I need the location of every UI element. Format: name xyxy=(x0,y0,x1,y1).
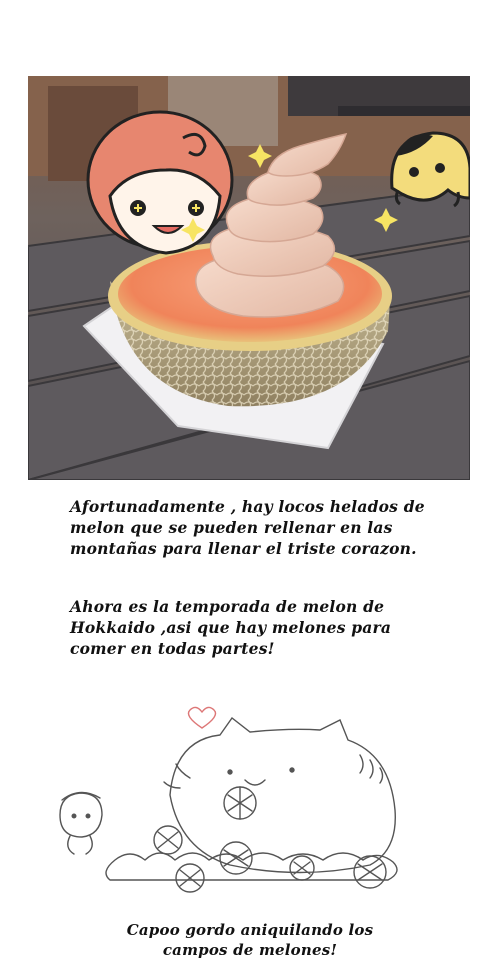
melon-icon xyxy=(175,863,205,893)
melon-icon xyxy=(223,786,257,820)
caption-line: campos de melones! xyxy=(162,941,338,959)
heart-icon xyxy=(187,706,217,729)
caption-line: Capoo gordo aniquilando los xyxy=(126,921,374,939)
melon-ice-cream-photo xyxy=(28,76,470,480)
caption-line: Ahora es la temporada de melon de xyxy=(70,597,385,616)
capoo-melon-sketch xyxy=(59,706,398,893)
photo-illustration xyxy=(28,76,470,480)
capoo-cat-sketch xyxy=(169,716,396,874)
melon-icon xyxy=(289,855,315,881)
caption-line: melon que se pueden rellenar en las xyxy=(70,518,393,537)
caption-line: montañas para llenar el triste corazon. xyxy=(70,539,417,558)
caption-line: Afortunadamente , hay locos helados de xyxy=(70,497,425,516)
melon-icon xyxy=(353,855,387,889)
caption-paragraph-1: Afortunadamente , hay locos helados de m… xyxy=(70,496,425,559)
caption-footer: Capoo gordo aniquilando los campos de me… xyxy=(0,920,500,960)
caption-paragraph-2: Ahora es la temporada de melon de Hokkai… xyxy=(70,596,391,659)
melon-icon xyxy=(153,825,183,855)
caption-line: comer en todas partes! xyxy=(70,639,275,658)
caption-line: Hokkaido ,asi que hay melones para xyxy=(70,618,392,637)
dog-face-sticker xyxy=(390,131,470,208)
